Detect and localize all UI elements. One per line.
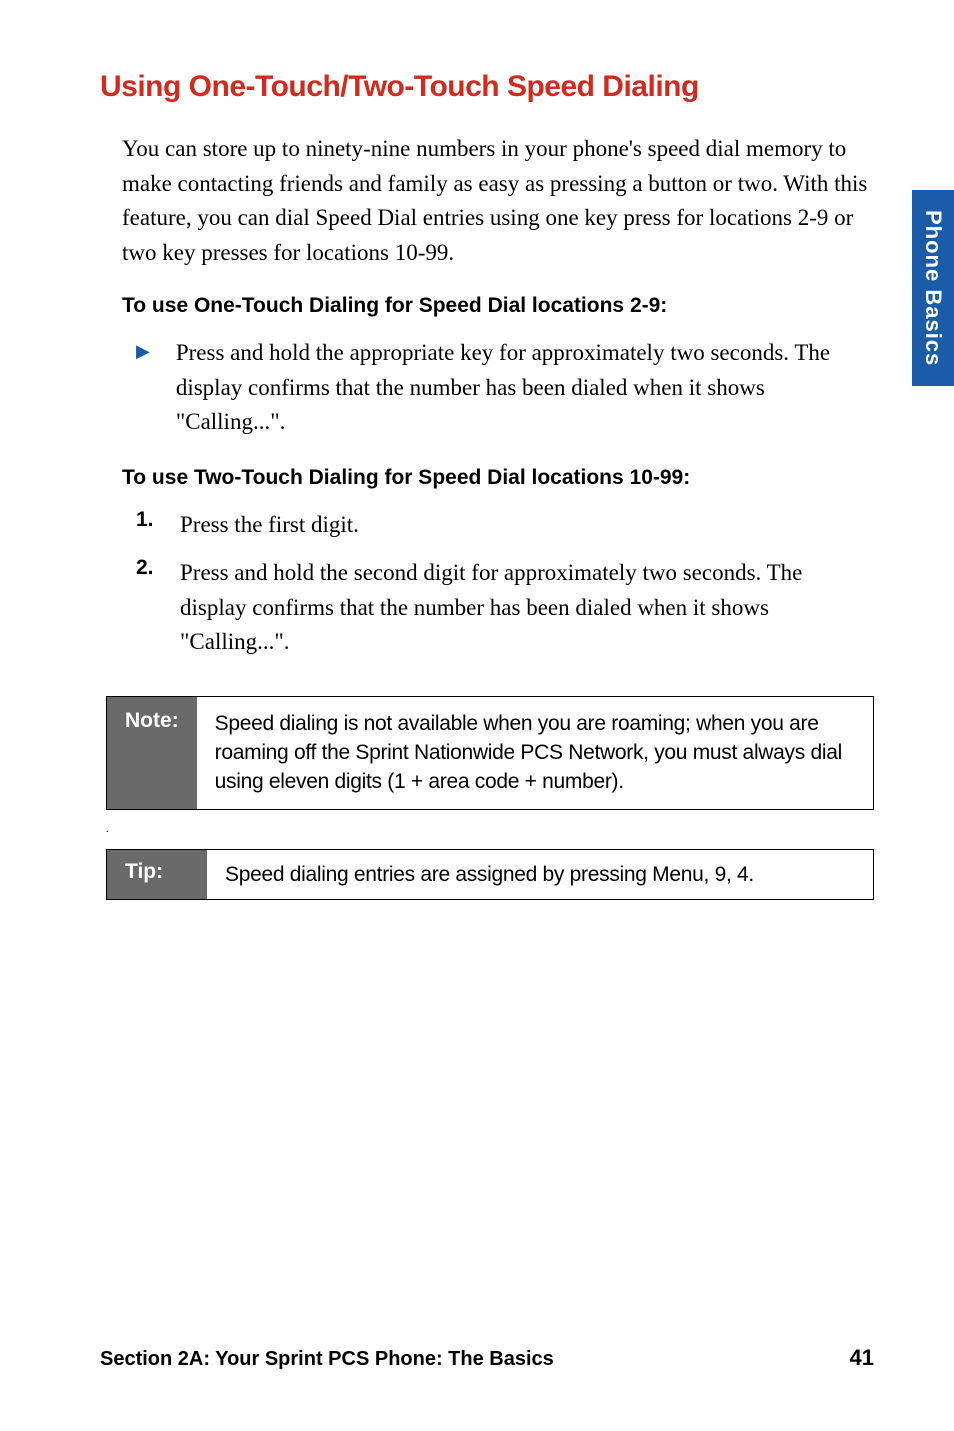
footer-section-text: Section 2A: Your Sprint PCS Phone: The B…	[100, 1348, 554, 1371]
subheading-two-touch: To use Two-Touch Dialing for Speed Dial …	[100, 466, 874, 490]
separator-dot: .	[100, 824, 874, 835]
page-title: Using One-Touch/Two-Touch Speed Dialing	[100, 70, 874, 104]
step-number: 1.	[136, 508, 158, 543]
note-label: Note:	[107, 697, 197, 809]
bullet-text: Press and hold the appropriate key for a…	[176, 336, 874, 440]
arrow-icon: ▶	[136, 341, 150, 440]
bullet-item: ▶ Press and hold the appropriate key for…	[100, 336, 874, 440]
note-content: Speed dialing is not available when you …	[197, 697, 873, 809]
intro-paragraph: You can store up to ninety-nine numbers …	[100, 132, 874, 270]
tip-label: Tip:	[107, 850, 207, 899]
side-tab: Phone Basics	[912, 190, 954, 386]
page-footer: Section 2A: Your Sprint PCS Phone: The B…	[100, 1345, 874, 1371]
list-item: 1. Press the first digit.	[100, 508, 874, 543]
subheading-one-touch: To use One-Touch Dialing for Speed Dial …	[100, 294, 874, 318]
tip-content: Speed dialing entries are assigned by pr…	[207, 850, 772, 899]
step-text: Press and hold the second digit for appr…	[180, 556, 874, 660]
note-box: Note: Speed dialing is not available whe…	[106, 696, 874, 810]
step-text: Press the first digit.	[180, 508, 359, 543]
footer-page-number: 41	[850, 1345, 874, 1371]
tip-box: Tip: Speed dialing entries are assigned …	[106, 849, 874, 900]
step-number: 2.	[136, 556, 158, 660]
list-item: 2. Press and hold the second digit for a…	[100, 556, 874, 660]
